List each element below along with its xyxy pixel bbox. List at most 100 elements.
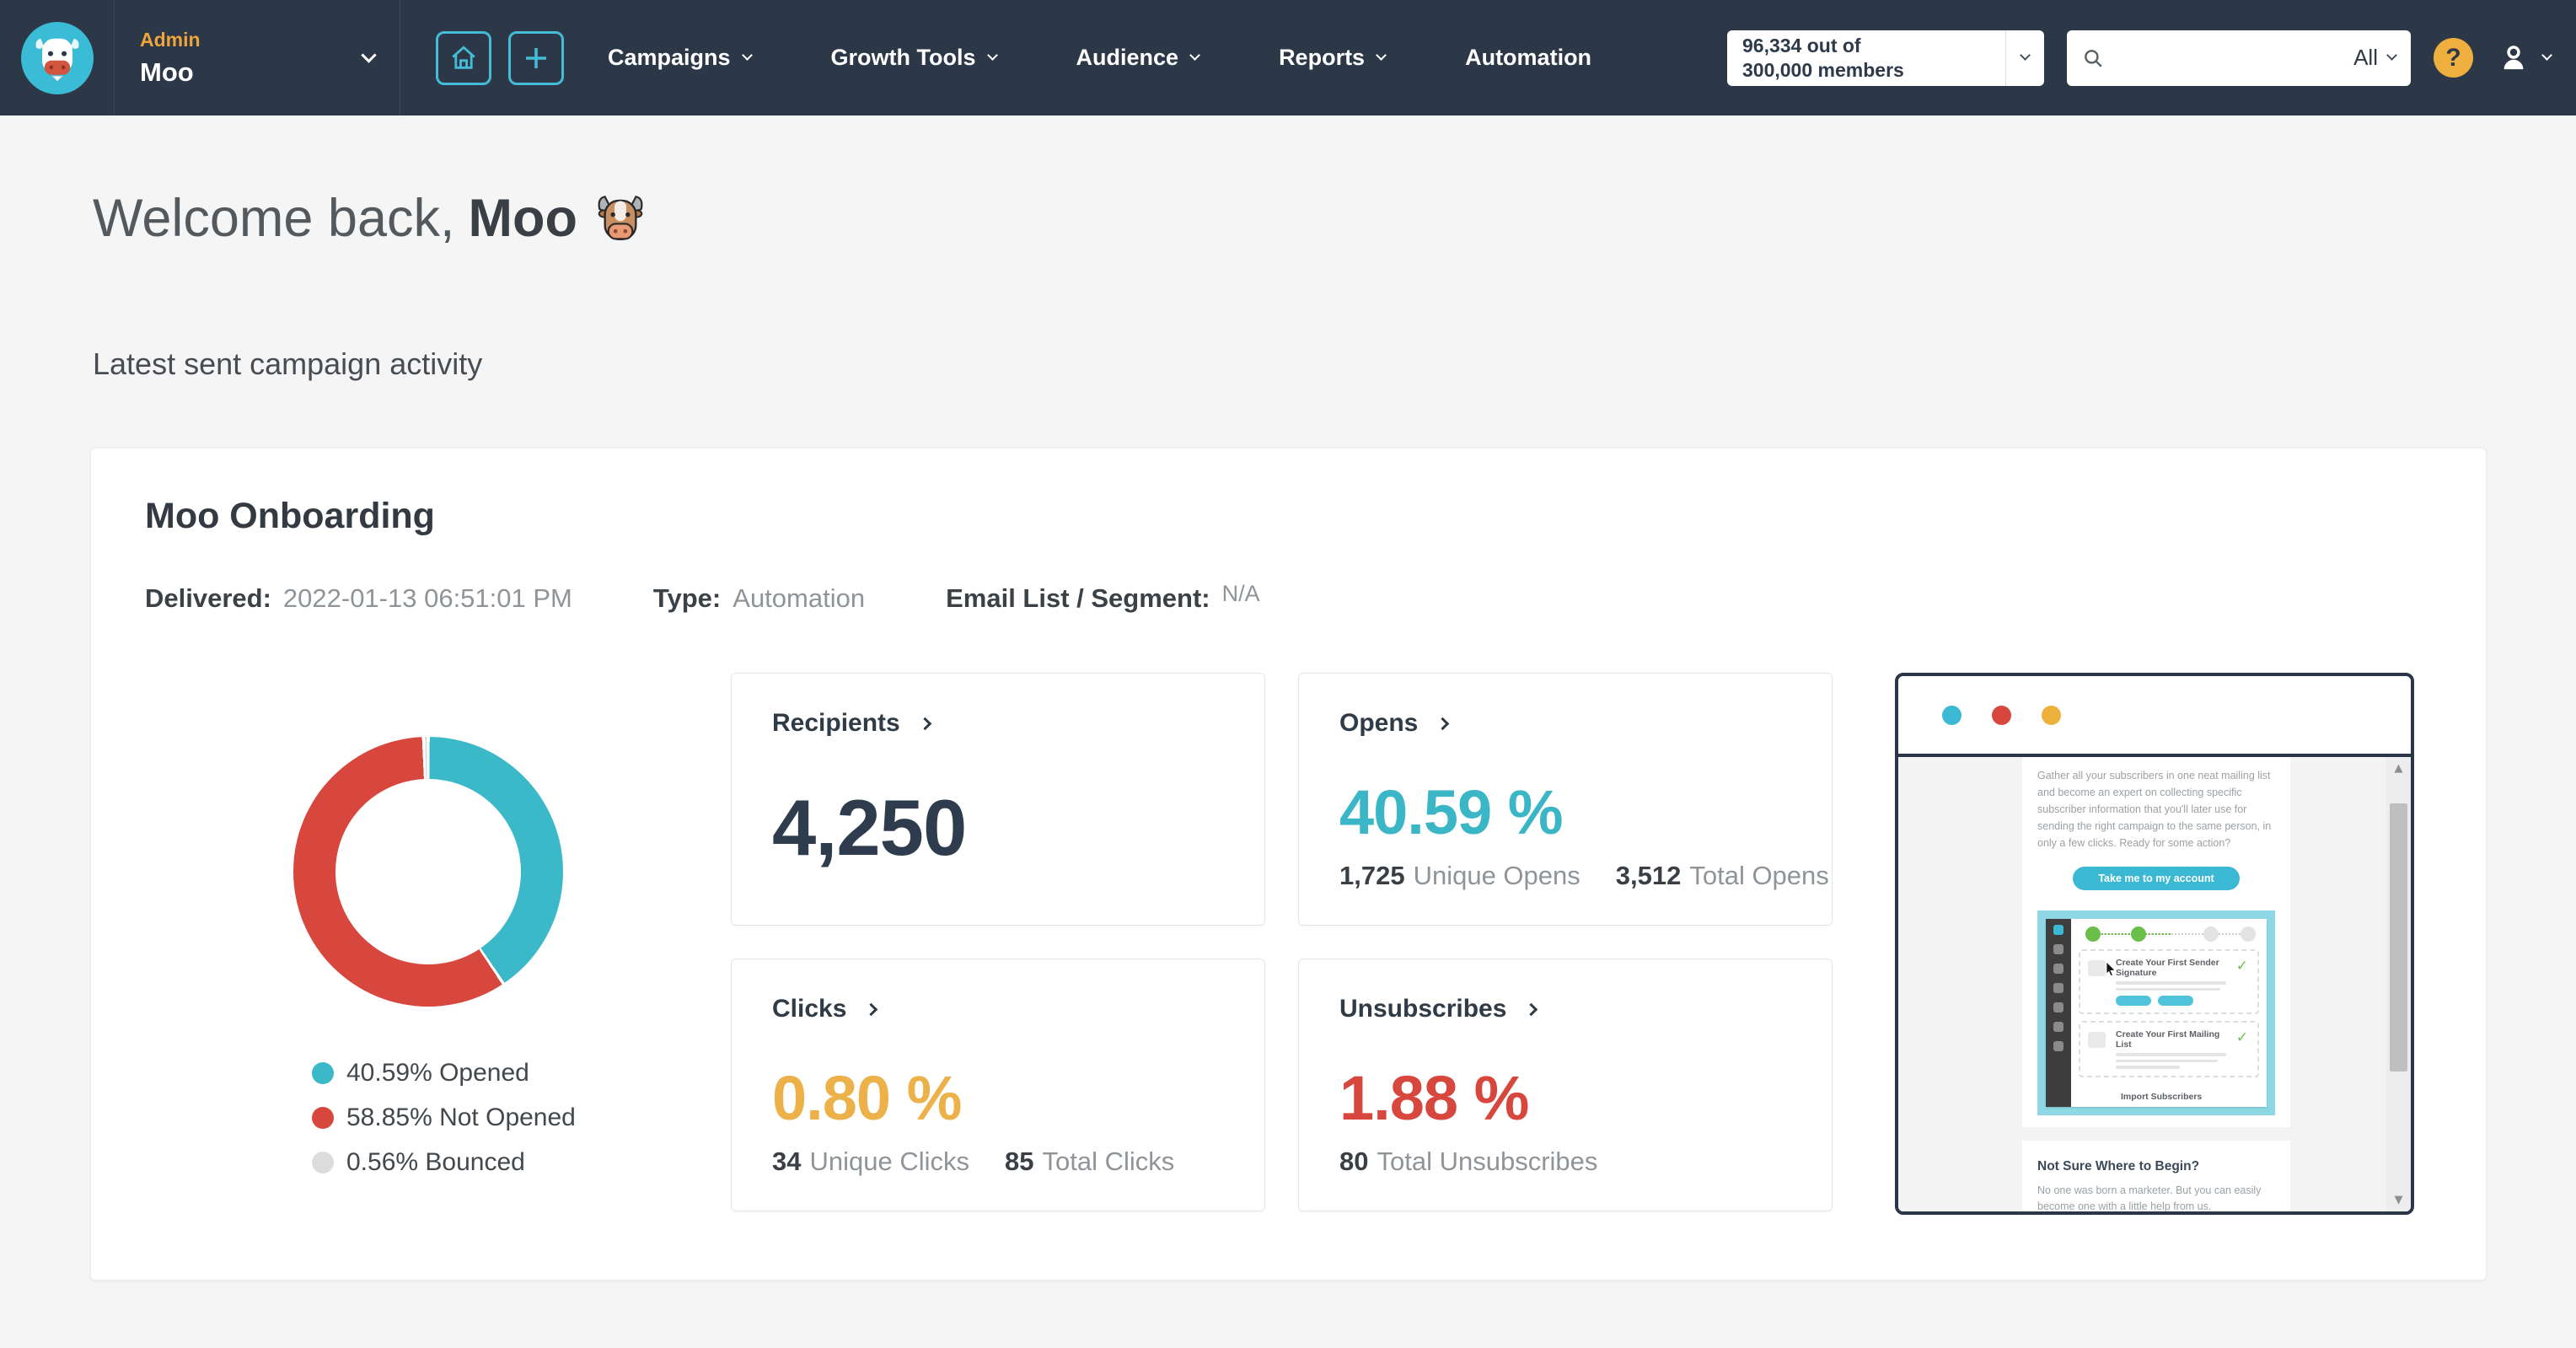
chart-legend: 40.59% Opened 58.85% Not Opened 0.56% Bo…	[312, 1059, 731, 1177]
main-navigation: Campaigns Growth Tools Audience Reports …	[608, 45, 1591, 71]
stats-grid: Recipients 4,250 Opens 40.59 % 1,725 Uniq…	[731, 673, 1833, 1215]
window-dot-yellow	[2042, 705, 2061, 725]
check-icon: ✓	[2235, 1029, 2248, 1046]
legend-dot-bounced	[312, 1152, 334, 1173]
mini-task-sender-signature: Create Your First Sender Signature ✓	[2079, 949, 2259, 1014]
create-new-button[interactable]	[508, 30, 564, 85]
begin-text: No one was born a marketer. But you can …	[2037, 1184, 2262, 1212]
search-input[interactable]	[2114, 46, 2344, 70]
dashboard-main: Welcome back, Moo Latest sent campaign a…	[0, 188, 2576, 1281]
email-paragraph: Gather all your subscribers in one neat …	[2037, 770, 2272, 849]
chevron-down-icon	[361, 47, 377, 63]
campaign-title: Moo Onboarding	[145, 496, 435, 536]
opens-link[interactable]: Opens	[1339, 709, 1791, 738]
cursor-icon	[2106, 962, 2116, 976]
members-count-line1: 96,334 out of	[1742, 35, 1861, 57]
legend-item-opened: 40.59% Opened	[312, 1059, 731, 1088]
members-quota-dropdown[interactable]: 96,334 out of 300,000 members	[1727, 30, 2044, 86]
question-mark-icon: ?	[2445, 43, 2461, 72]
nav-item-growth-tools[interactable]: Growth Tools	[831, 45, 998, 71]
mini-progress-stepper	[2082, 926, 2256, 943]
user-icon	[2504, 45, 2524, 69]
chevron-down-icon	[741, 50, 753, 61]
global-search: All	[2067, 30, 2411, 86]
legend-item-not-opened: 58.85% Not Opened	[312, 1104, 731, 1132]
chevron-right-icon	[1525, 1002, 1538, 1016]
campaign-meta: Delivered: 2022-01-13 06:51:01 PM Type: Au…	[145, 581, 2432, 614]
home-button[interactable]	[436, 30, 491, 85]
chevron-right-icon	[865, 1002, 878, 1016]
scrollbar-thumb[interactable]	[2390, 803, 2407, 1071]
donut-chart	[293, 737, 563, 1007]
check-icon: ✓	[2235, 958, 2248, 975]
scroll-up-icon[interactable]: ▲	[2395, 763, 2403, 774]
recipients-value: 4,250	[772, 783, 967, 872]
unsubscribes-link[interactable]: Unsubscribes	[1339, 995, 1791, 1023]
user-menu[interactable]	[2496, 40, 2552, 76]
email-section-bottom: Not Sure Where to Begin? No one was born…	[2022, 1140, 2290, 1212]
total-clicks: 85 Total Clicks	[1005, 1147, 1175, 1176]
campaign-preview-window[interactable]: Gather all your subscribers in one neat …	[1895, 673, 2414, 1215]
welcome-user-name: Moo	[468, 189, 577, 248]
meta-delivered: Delivered: 2022-01-13 06:51:01 PM	[145, 583, 572, 613]
preview-body: Gather all your subscribers in one neat …	[1898, 757, 2411, 1211]
recipients-link[interactable]: Recipients	[772, 709, 1224, 738]
unsubscribes-value: 1.88 %	[1339, 1063, 1529, 1133]
chevron-down-icon	[2020, 50, 2031, 61]
recipients-card: Recipients 4,250	[731, 673, 1265, 926]
clicks-value: 0.80 %	[772, 1063, 962, 1133]
nav-item-audience[interactable]: Audience	[1076, 45, 1200, 71]
members-count-line2: 300,000 members	[1742, 58, 1904, 81]
preview-titlebar	[1898, 676, 2411, 757]
email-cta-button: Take me to my account	[2073, 867, 2240, 890]
meta-type: Type: Automation	[652, 583, 866, 613]
top-navbar: Admin Moo Campaigns Growth Tools Audienc…	[0, 0, 2576, 115]
email-content: Gather all your subscribers in one neat …	[2022, 757, 2290, 1211]
cow-logo-icon	[20, 21, 94, 94]
mini-import-row: Import Subscribers	[2079, 1083, 2259, 1107]
chevron-down-icon	[1376, 50, 1387, 61]
nav-item-reports[interactable]: Reports	[1279, 45, 1387, 71]
total-unsubscribes: 80 Total Unsubscribes	[1339, 1147, 1598, 1176]
legend-item-bounced: 0.56% Bounced	[312, 1148, 731, 1177]
mini-sidebar	[2046, 919, 2071, 1107]
meta-segment: Email List / Segment: N/A	[946, 581, 1260, 613]
legend-dot-not-opened	[312, 1107, 334, 1129]
unique-clicks: 34 Unique Clicks	[772, 1147, 969, 1176]
window-dot-red	[1992, 705, 2011, 725]
email-section-top: Gather all your subscribers in one neat …	[2022, 757, 2290, 1127]
plus-icon	[526, 47, 546, 68]
chevron-right-icon	[1436, 717, 1450, 730]
opens-value: 40.59 %	[1339, 777, 1564, 847]
help-button[interactable]: ?	[2434, 38, 2473, 78]
chevron-down-icon	[1189, 50, 1200, 61]
scroll-down-icon[interactable]: ▼	[2395, 1195, 2403, 1206]
preview-scrollbar: ▲ ▼	[2386, 757, 2411, 1211]
legend-dot-opened	[312, 1062, 334, 1084]
unsubscribes-card: Unsubscribes 1.88 % 80 Total Unsubscribes	[1298, 959, 1833, 1211]
opens-card: Opens 40.59 % 1,725 Unique Opens 3,512 Tot…	[1298, 673, 1833, 926]
account-switcher[interactable]: Admin Moo	[115, 0, 400, 115]
chevron-right-icon	[918, 717, 931, 730]
account-name: Moo	[140, 56, 194, 87]
unique-opens: 1,725 Unique Opens	[1339, 861, 1580, 890]
search-icon	[2085, 49, 2102, 67]
cow-emoji	[598, 196, 643, 240]
onboarding-screenshot: Create Your First Sender Signature ✓ Cre…	[2037, 910, 2275, 1115]
mini-task-mailing-list: Create Your First Mailing List ✓	[2079, 1021, 2259, 1077]
nav-item-campaigns[interactable]: Campaigns	[608, 45, 753, 71]
campaign-activity-card: Moo Onboarding Delivered: 2022-01-13 06:5…	[90, 448, 2487, 1281]
clicks-card: Clicks 0.80 % 34 Unique Clicks 85 Total Cl…	[731, 959, 1265, 1211]
chevron-down-icon	[986, 50, 998, 61]
moosend-logo[interactable]	[0, 0, 115, 115]
chevron-down-icon	[2541, 50, 2552, 61]
chevron-down-icon	[2386, 50, 2397, 61]
nav-item-automation[interactable]: Automation	[1465, 45, 1591, 71]
search-scope-dropdown[interactable]: All	[2353, 45, 2397, 71]
account-role: Admin	[140, 28, 201, 51]
window-dot-teal	[1942, 705, 1962, 725]
begin-heading: Not Sure Where to Begin?	[2037, 1158, 2200, 1173]
total-opens: 3,512 Total Opens	[1615, 861, 1829, 890]
open-rate-chart-panel: 40.59% Opened 58.85% Not Opened 0.56% Bo…	[145, 673, 731, 1215]
clicks-link[interactable]: Clicks	[772, 995, 1224, 1023]
